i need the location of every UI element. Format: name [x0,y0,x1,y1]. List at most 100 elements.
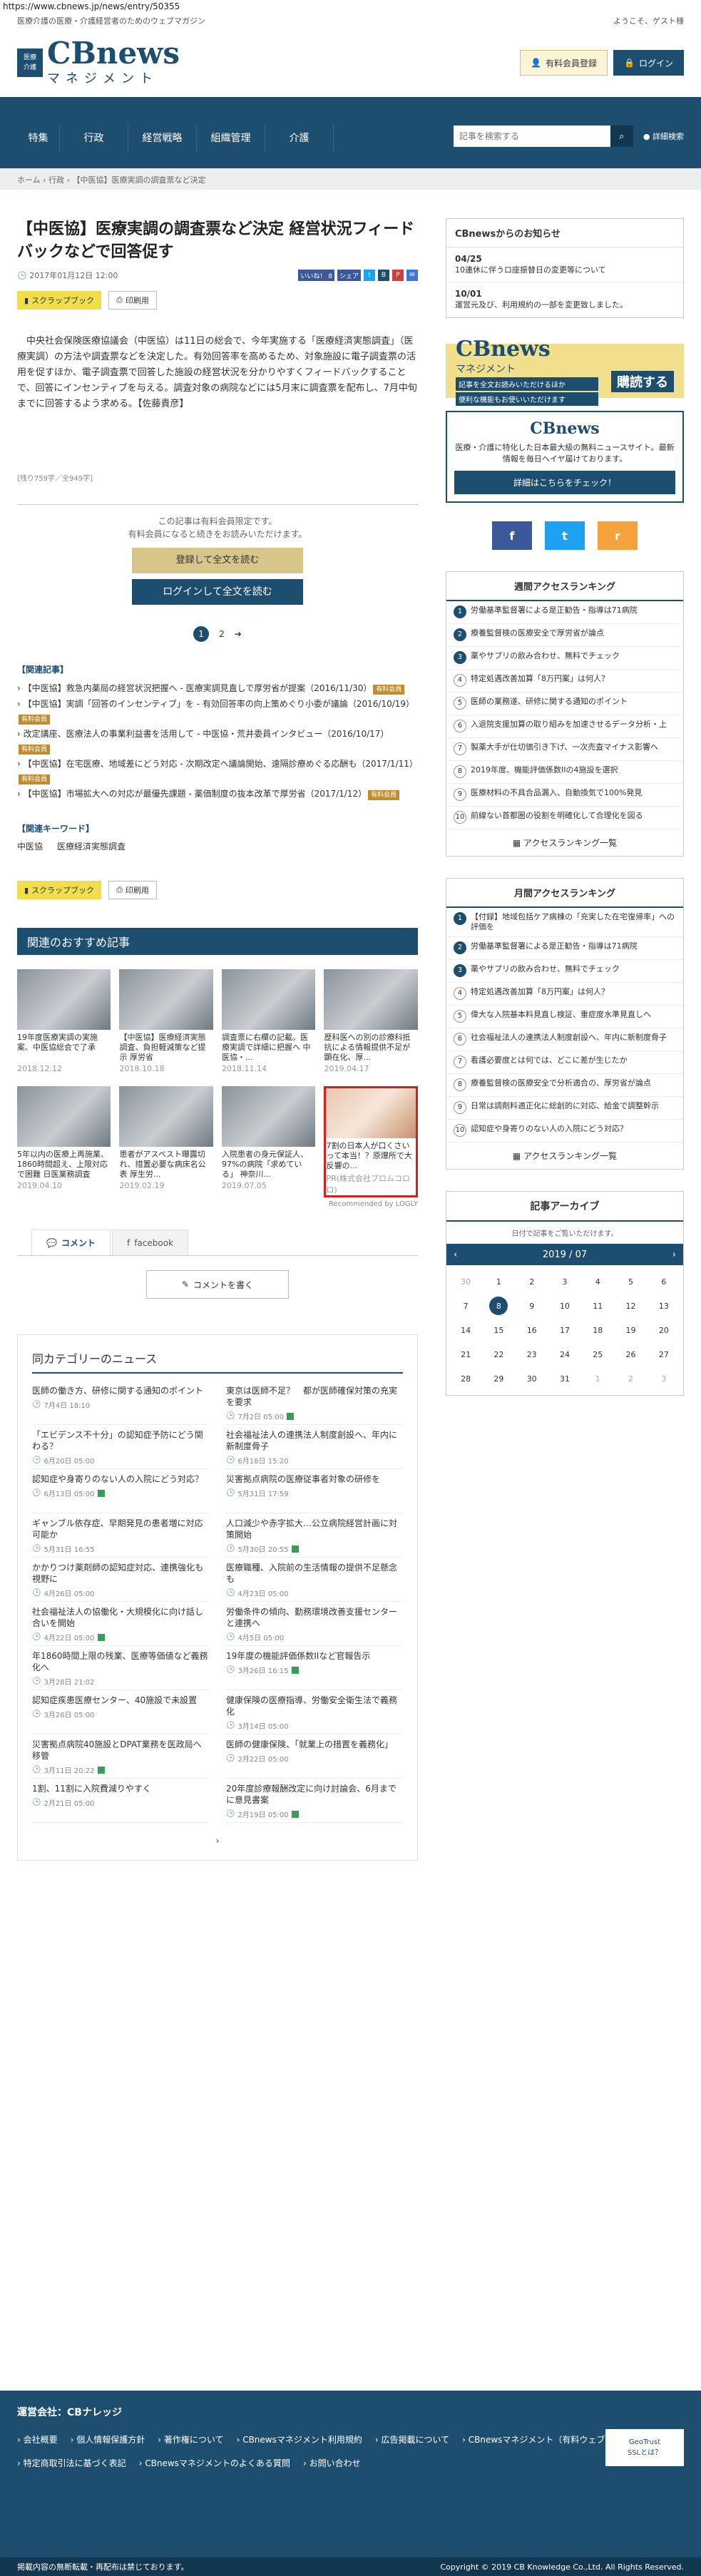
ranking-item[interactable]: 8 2019年度、機能評価係数IIの4施設を選択 [446,761,683,784]
ranking-item[interactable]: 2 労働基準監督署による是正勧告・指導は71病院 [446,937,683,960]
next-month-icon[interactable]: › [672,1249,676,1260]
calendar-day[interactable]: 1 [482,1269,515,1294]
news-item[interactable]: 「エビデンス不十分」の認知症予防にどう関わる？ 🕒 6月20日 05:00 [32,1425,209,1469]
subscribe-button[interactable]: 購読する [611,371,674,392]
recommended-card[interactable]: 5年以内の医療上再施業、1860時間超え、上限対応で困難 日医業務調査 2019.… [17,1086,111,1197]
calendar-day[interactable]: 30 [449,1269,482,1294]
news-item[interactable]: 東京は医師不足？ 都が医師確保対策の充実を要求 🕒 7月2日 05:00 [225,1381,403,1425]
news-item[interactable]: 医師の働き方、研修に関する通知のポイント 🕒 7月4日 18:10 [32,1381,209,1425]
ranking-item[interactable]: 1 労働基準監督署による是正勧告・指導は71病院 [446,601,683,624]
news-item[interactable]: かかりつけ薬剤師の認知症対応、連携強化も視野に 🕒 4月26日 05:00 [32,1558,209,1602]
calendar-day[interactable]: 31 [548,1366,581,1391]
calendar-day[interactable]: 6 [648,1269,680,1294]
search-input[interactable] [453,126,610,147]
calendar-day[interactable]: 18 [581,1318,614,1342]
details-button[interactable]: 詳細はこちらをチェック！ [454,471,675,494]
sponsored-card[interactable]: 7割の日本人が口くさいって本当！？原爆所で大反響の... PR(株式会社ブロムコロ… [324,1086,418,1197]
facebook-icon[interactable]: f [491,521,532,550]
tab-facebook[interactable]: f facebook [111,1230,189,1255]
keyword-link[interactable]: 中医協 [17,840,43,852]
calendar-day[interactable]: 7 [449,1294,482,1318]
footer-link[interactable]: › CBnewsマネジメントのよくある質問 [139,2451,303,2475]
calendar-day[interactable]: 2 [614,1366,647,1391]
news-item[interactable]: 20年度診療報酬改定に向け討論会、6月までに意見書案 🕒 2月19日 05:00 [225,1779,403,1823]
more-news-link[interactable]: › [32,1836,403,1846]
ranking-item[interactable]: 10 前線ない首都圏の役割を明確化して合理化を図る [446,807,683,829]
scrapbook-button[interactable]: ▮ スクラップブック [17,291,102,310]
calendar-day[interactable]: 1 [581,1366,614,1391]
footer-link[interactable]: › 会社概要 [17,2428,71,2451]
ranking-item[interactable]: 1 【付録】地域包括ケア病棟の「充実した在宅復帰率」への評価を [446,908,683,937]
ranking-item[interactable]: 3 薬やサプリの飲み合わせ、無料でチェック [446,960,683,983]
page-2[interactable]: 2 [219,629,225,639]
footer-link[interactable]: › CBnewsマネジメント利用規約 [237,2428,375,2451]
calendar-day[interactable]: 29 [482,1366,515,1391]
footer-link[interactable]: › 特定商取引法に基づく表記 [17,2451,139,2475]
write-comment-button[interactable]: ✎ コメントを書く [145,1270,289,1299]
recommended-card[interactable]: 歴科医への別の診療科抵抗による情報提供不足が顕在化、厚... 2019.04.17 [324,969,418,1073]
search-button[interactable]: ⌕ [610,126,633,147]
calendar-day[interactable]: 17 [548,1318,581,1342]
calendar-day[interactable]: 25 [581,1342,614,1366]
news-item[interactable]: 社会福祉法人の協働化・大規模化に向け話し合いを開始 🕒 4月22日 05:00 [32,1602,209,1646]
hatena-icon[interactable]: B [377,270,389,281]
ranking-item[interactable]: 4 特定処遇改善加算「8万円案」は何人？ [446,983,683,1006]
calendar-day[interactable]: 13 [648,1294,680,1318]
calendar-day[interactable]: 4 [581,1269,614,1294]
ranking-item[interactable]: 4 特定処遇改善加算「8万円案」は何人？ [446,670,683,692]
keyword-link[interactable]: 医療経済実態調査 [57,840,126,852]
logly-credit[interactable]: Recommended by LOGLY [17,1200,418,1208]
calendar-day[interactable]: 28 [449,1366,482,1391]
recommended-card[interactable]: 調査票に右欄の記載。医療実調で詳細に把握へ 中医協・... 2018.11.14 [221,969,316,1073]
news-item[interactable]: 認知症や身寄りのない人の入院にどう対応？ 🕒 6月13日 05:00 [32,1469,209,1513]
related-link[interactable]: › 【中医協】市場拡大への対応が最優先課題 - 薬価制度の抜本改革で厚労省（20… [17,787,418,801]
news-item[interactable]: 19年度の機能評価係数IIなど官報告示 🕒 3月26日 16:15 [225,1646,403,1690]
site-logo[interactable]: 医療 介護 CBnews マネジメント [17,39,180,87]
calendar-day[interactable]: 20 [648,1318,680,1342]
pocket-icon[interactable]: P [392,270,404,281]
news-item[interactable]: 人口減少や赤字拡大…公立病院経営計画に対策開始 🕒 5月30日 20:55 [225,1513,403,1558]
news-item[interactable]: 医療職種、入院前の生活情報の提供不足懸念も 🕒 4月23日 05:00 [225,1558,403,1602]
breadcrumb-home[interactable]: ホーム [17,175,41,185]
calendar-day[interactable]: 5 [614,1269,647,1294]
recommended-card[interactable]: 【中医協】医療経済実態調査、負担軽減策など提示 厚労省 2018.10.18 [119,969,213,1073]
calendar-day[interactable]: 22 [482,1342,515,1366]
ranking-item[interactable]: 6 入退院支援加算の取り組みを加速させるデータ分析・上 [446,715,683,738]
ranking-item[interactable]: 8 療養監督検の医療安全で分析適合の、厚労省が論点 [446,1074,683,1097]
calendar-day[interactable]: 3 [548,1269,581,1294]
calendar-day[interactable]: 3 [648,1366,680,1391]
ranking-item[interactable]: 9 日常は調剤料適正化に総創的に対応、給金で調整幹示 [446,1097,683,1120]
nav-item-org[interactable]: 組織管理 [197,124,265,153]
calendar-day[interactable]: 9 [516,1294,548,1318]
ranking-item[interactable]: 2 療養監督検の医療安全で厚労省が論点 [446,624,683,647]
print-button[interactable]: ⎙ 印刷用 [108,291,157,310]
notice-item[interactable]: 04/25 10連休に伴うロ座振替日の変更等について [446,247,683,282]
calendar-day[interactable]: 27 [648,1342,680,1366]
calendar-day[interactable]: 23 [516,1342,548,1366]
twitter-icon[interactable]: t [544,521,585,550]
breadcrumb-admin[interactable]: 行政 [48,175,64,185]
ranking-item[interactable]: 9 医療材料の不具合品漏入、自動換気で100%発見 [446,784,683,807]
calendar-day[interactable]: 21 [449,1342,482,1366]
free-news-banner[interactable]: CBnews 医療・介護に特化した日本最大級の無料ニュースサイト。最新情報を毎日… [445,411,684,503]
weekly-ranking-more[interactable]: ▦ アクセスランキング一覧 [446,829,683,856]
page-1[interactable]: 1 [193,626,210,642]
scrapbook-button-bottom[interactable]: ▮ スクラップブック [17,881,102,899]
facebook-like-button[interactable]: いいね！ 8 [298,270,334,281]
calendar-day[interactable]: 11 [581,1294,614,1318]
ssl-link[interactable]: SSLとは？ [628,2446,662,2457]
footer-link[interactable]: › 個人情報保護方針 [71,2428,158,2451]
news-item[interactable]: 労働条件の傾向、勤務環境改善支援センターと連携へ 🕒 4月5日 05:00 [225,1602,403,1646]
calendar-day[interactable]: 2 [516,1269,548,1294]
calendar-day[interactable]: 15 [482,1318,515,1342]
ranking-item[interactable]: 5 医師の業務遂、研修に関する通知のポイント [446,692,683,715]
facebook-share-button[interactable]: シェア [337,270,361,281]
news-item[interactable]: 災害拠点病院40施設とDPAT業務を医政局へ移管 🕒 3月11日 20:22 [32,1734,209,1779]
login-button[interactable]: 🔒 ログイン [613,50,684,76]
notice-item[interactable]: 10/01 運営元及び、利用規約の一部を変更致しました。 [446,282,683,317]
geotrust-seal[interactable]: GeoTrust SSLとは？ [605,2429,684,2466]
calendar-day[interactable]: 24 [548,1342,581,1366]
footer-link[interactable]: › 広告掲載について [375,2428,462,2451]
ranking-item[interactable]: 7 製薬大手が仕切価引き下げ、一次売査マイナス影響へ [446,738,683,761]
calendar-day[interactable]: 26 [614,1342,647,1366]
